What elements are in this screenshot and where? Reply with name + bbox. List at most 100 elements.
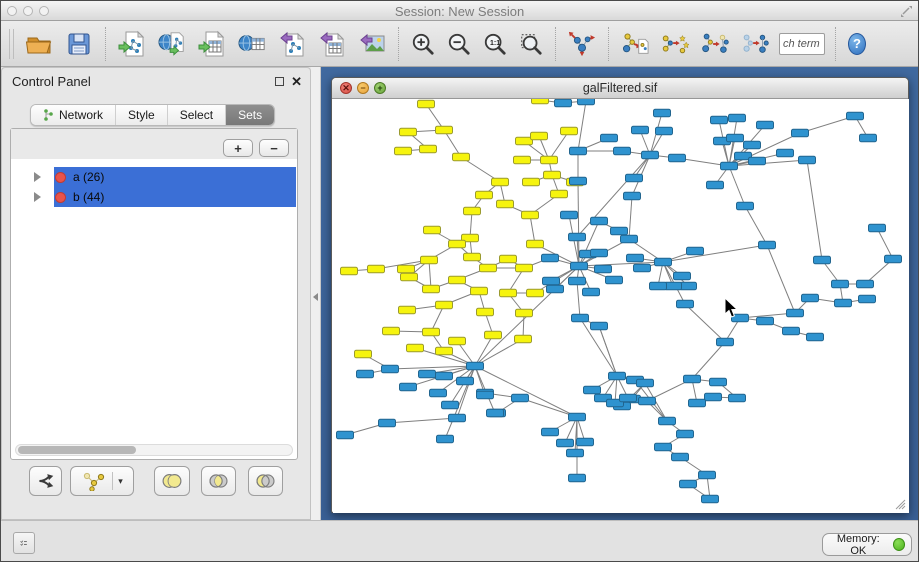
network-node-blue[interactable] (677, 430, 694, 438)
network-node-yellow[interactable] (477, 308, 494, 316)
network-node-blue[interactable] (729, 394, 746, 402)
network-node-blue[interactable] (702, 495, 719, 503)
network-node-yellow[interactable] (544, 171, 561, 179)
network-node-blue[interactable] (569, 474, 586, 482)
network-node-blue[interactable] (654, 109, 671, 117)
network-node-yellow[interactable] (541, 156, 558, 164)
network-node-yellow[interactable] (480, 264, 497, 272)
network-node-yellow[interactable] (531, 132, 548, 140)
network-node-yellow[interactable] (492, 178, 509, 186)
network-edge[interactable] (530, 215, 535, 244)
network-node-blue[interactable] (601, 134, 618, 142)
network-node-yellow[interactable] (500, 255, 517, 263)
set-row-a[interactable]: a (26) (12, 167, 296, 187)
network-node-blue[interactable] (570, 177, 587, 185)
network-node-blue[interactable] (569, 233, 586, 241)
network-node-yellow[interactable] (423, 285, 440, 293)
network-node-yellow[interactable] (449, 240, 466, 248)
set-union-button[interactable] (154, 466, 190, 496)
network-edge[interactable] (729, 166, 745, 206)
expand-arrow-icon[interactable] (34, 172, 41, 182)
network-node-yellow[interactable] (485, 331, 502, 339)
network-node-yellow[interactable] (514, 156, 531, 164)
export-image-button[interactable] (352, 25, 392, 63)
tab-sets[interactable]: Sets (226, 105, 274, 125)
network-node-blue[interactable] (382, 365, 399, 373)
network-node-blue[interactable] (749, 157, 766, 165)
network-node-blue[interactable] (578, 99, 595, 105)
network-node-yellow[interactable] (399, 306, 416, 314)
network-window-titlebar[interactable]: ✕ − + galFiltered.sif (332, 78, 908, 99)
set-intersection-button[interactable] (201, 466, 236, 496)
apply-layout-button[interactable] (562, 25, 602, 63)
network-node-blue[interactable] (557, 439, 574, 447)
network-node-blue[interactable] (637, 379, 654, 387)
network-node-yellow[interactable] (453, 153, 470, 161)
network-node-blue[interactable] (606, 276, 623, 284)
network-node-blue[interactable] (634, 264, 651, 272)
network-node-yellow[interactable] (424, 226, 441, 234)
remove-set-button[interactable]: − (259, 139, 289, 157)
dropdown-arrow-icon[interactable]: ▾ (118, 476, 123, 487)
expand-arrow-icon[interactable] (34, 192, 41, 202)
save-session-button[interactable] (59, 25, 99, 63)
network-edge[interactable] (549, 131, 569, 160)
network-node-blue[interactable] (379, 419, 396, 427)
network-node-blue[interactable] (677, 300, 694, 308)
network-node-blue[interactable] (555, 99, 572, 107)
network-node-blue[interactable] (655, 258, 672, 266)
network-node-yellow[interactable] (523, 178, 540, 186)
network-node-yellow[interactable] (395, 147, 412, 155)
network-node-yellow[interactable] (532, 99, 549, 104)
toolbar-drag-handle[interactable] (9, 29, 14, 59)
network-node-yellow[interactable] (449, 337, 466, 345)
remove-selection-from-set-button[interactable] (735, 25, 775, 63)
network-node-blue[interactable] (699, 471, 716, 479)
network-node-yellow[interactable] (522, 211, 539, 219)
network-node-blue[interactable] (639, 397, 656, 405)
network-node-blue[interactable] (721, 162, 738, 170)
network-node-blue[interactable] (869, 224, 886, 232)
network-node-blue[interactable] (847, 112, 864, 120)
network-node-yellow[interactable] (400, 128, 417, 136)
network-node-blue[interactable] (799, 156, 816, 164)
split-set-button[interactable] (29, 466, 62, 496)
network-node-blue[interactable] (757, 317, 774, 325)
network-node-yellow[interactable] (383, 327, 400, 335)
network-edge[interactable] (578, 101, 586, 151)
titlebar[interactable]: Session: New Session (1, 1, 918, 21)
network-node-yellow[interactable] (561, 127, 578, 135)
network-node-blue[interactable] (569, 413, 586, 421)
network-node-blue[interactable] (577, 438, 594, 446)
network-node-blue[interactable] (357, 370, 374, 378)
set-row-b[interactable]: b (44) (12, 187, 296, 207)
network-node-yellow[interactable] (449, 276, 466, 284)
network-node-blue[interactable] (727, 134, 744, 142)
network-node-blue[interactable] (572, 314, 589, 322)
network-node-blue[interactable] (542, 428, 559, 436)
network-node-blue[interactable] (467, 362, 484, 370)
network-node-yellow[interactable] (551, 190, 568, 198)
network-node-yellow[interactable] (418, 100, 435, 108)
network-node-blue[interactable] (626, 174, 643, 182)
fullscreen-icon[interactable] (900, 5, 912, 17)
network-node-blue[interactable] (569, 277, 586, 285)
network-node-blue[interactable] (567, 449, 584, 457)
task-history-button[interactable] (13, 532, 35, 554)
network-node-blue[interactable] (689, 399, 706, 407)
network-edge[interactable] (877, 228, 893, 259)
network-node-blue[interactable] (611, 227, 628, 235)
scrollbar-thumb[interactable] (18, 446, 136, 454)
network-node-blue[interactable] (542, 254, 559, 262)
network-node-blue[interactable] (674, 272, 691, 280)
network-edge[interactable] (685, 304, 725, 342)
network-node-yellow[interactable] (436, 301, 453, 309)
network-node-yellow[interactable] (500, 289, 517, 297)
network-node-blue[interactable] (814, 256, 831, 264)
network-node-blue[interactable] (442, 401, 459, 409)
window-resize-grip[interactable] (894, 498, 906, 510)
network-node-blue[interactable] (672, 453, 689, 461)
network-edge[interactable] (577, 281, 580, 318)
network-node-yellow[interactable] (421, 256, 438, 264)
import-network-file-button[interactable] (112, 25, 152, 63)
